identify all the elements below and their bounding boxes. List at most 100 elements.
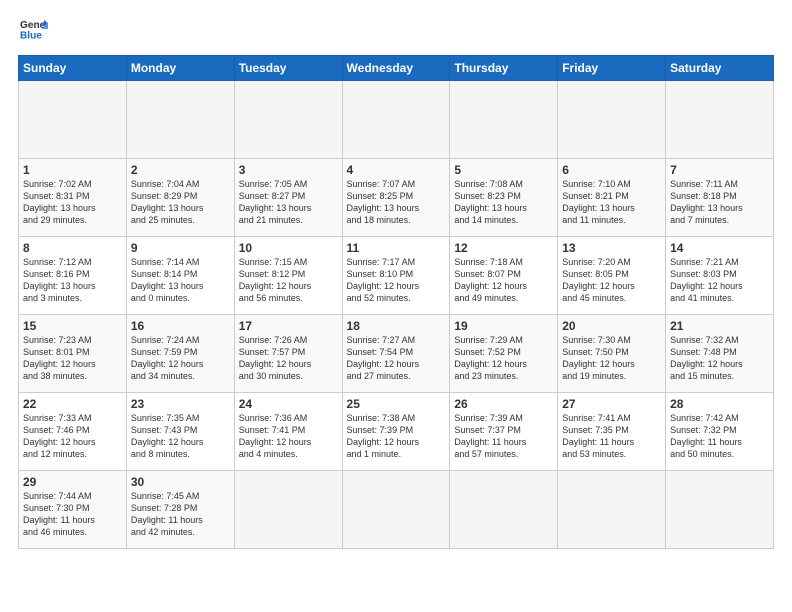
logo: General Blue [18,18,48,45]
day-info: Sunrise: 7:33 AM Sunset: 7:46 PM Dayligh… [23,412,122,461]
col-header-wednesday: Wednesday [342,56,450,81]
day-info: Sunrise: 7:42 AM Sunset: 7:32 PM Dayligh… [670,412,769,461]
day-number: 21 [670,319,769,333]
day-number: 28 [670,397,769,411]
calendar-cell: 22Sunrise: 7:33 AM Sunset: 7:46 PM Dayli… [19,393,127,471]
day-number: 24 [239,397,338,411]
day-info: Sunrise: 7:12 AM Sunset: 8:16 PM Dayligh… [23,256,122,305]
calendar-cell: 17Sunrise: 7:26 AM Sunset: 7:57 PM Dayli… [234,315,342,393]
day-number: 23 [131,397,230,411]
calendar-cell: 6Sunrise: 7:10 AM Sunset: 8:21 PM Daylig… [558,159,666,237]
day-number: 2 [131,163,230,177]
day-number: 8 [23,241,122,255]
calendar-cell [234,81,342,159]
calendar-cell: 30Sunrise: 7:45 AM Sunset: 7:28 PM Dayli… [126,471,234,549]
day-number: 9 [131,241,230,255]
day-info: Sunrise: 7:27 AM Sunset: 7:54 PM Dayligh… [347,334,446,383]
day-info: Sunrise: 7:39 AM Sunset: 7:37 PM Dayligh… [454,412,553,461]
day-info: Sunrise: 7:26 AM Sunset: 7:57 PM Dayligh… [239,334,338,383]
day-info: Sunrise: 7:44 AM Sunset: 7:30 PM Dayligh… [23,490,122,539]
calendar-cell: 11Sunrise: 7:17 AM Sunset: 8:10 PM Dayli… [342,237,450,315]
day-info: Sunrise: 7:17 AM Sunset: 8:10 PM Dayligh… [347,256,446,305]
day-info: Sunrise: 7:04 AM Sunset: 8:29 PM Dayligh… [131,178,230,227]
day-info: Sunrise: 7:11 AM Sunset: 8:18 PM Dayligh… [670,178,769,227]
day-info: Sunrise: 7:36 AM Sunset: 7:41 PM Dayligh… [239,412,338,461]
day-info: Sunrise: 7:29 AM Sunset: 7:52 PM Dayligh… [454,334,553,383]
calendar-cell: 2Sunrise: 7:04 AM Sunset: 8:29 PM Daylig… [126,159,234,237]
calendar-cell: 24Sunrise: 7:36 AM Sunset: 7:41 PM Dayli… [234,393,342,471]
col-header-monday: Monday [126,56,234,81]
day-number: 7 [670,163,769,177]
calendar-cell: 3Sunrise: 7:05 AM Sunset: 8:27 PM Daylig… [234,159,342,237]
calendar-cell: 21Sunrise: 7:32 AM Sunset: 7:48 PM Dayli… [666,315,774,393]
calendar-cell [558,471,666,549]
calendar-cell: 15Sunrise: 7:23 AM Sunset: 8:01 PM Dayli… [19,315,127,393]
day-number: 5 [454,163,553,177]
calendar-cell: 1Sunrise: 7:02 AM Sunset: 8:31 PM Daylig… [19,159,127,237]
calendar-cell: 13Sunrise: 7:20 AM Sunset: 8:05 PM Dayli… [558,237,666,315]
calendar-table: SundayMondayTuesdayWednesdayThursdayFrid… [18,55,774,549]
day-info: Sunrise: 7:21 AM Sunset: 8:03 PM Dayligh… [670,256,769,305]
calendar-cell: 7Sunrise: 7:11 AM Sunset: 8:18 PM Daylig… [666,159,774,237]
calendar-cell [666,471,774,549]
calendar-cell: 14Sunrise: 7:21 AM Sunset: 8:03 PM Dayli… [666,237,774,315]
calendar-cell: 10Sunrise: 7:15 AM Sunset: 8:12 PM Dayli… [234,237,342,315]
day-number: 13 [562,241,661,255]
day-number: 11 [347,241,446,255]
calendar-cell [450,471,558,549]
calendar-cell: 25Sunrise: 7:38 AM Sunset: 7:39 PM Dayli… [342,393,450,471]
calendar-cell [342,81,450,159]
day-number: 3 [239,163,338,177]
day-number: 15 [23,319,122,333]
day-number: 10 [239,241,338,255]
day-number: 19 [454,319,553,333]
calendar-page: General Blue SundayMondayTuesdayWednesda… [0,0,792,612]
calendar-cell: 4Sunrise: 7:07 AM Sunset: 8:25 PM Daylig… [342,159,450,237]
col-header-friday: Friday [558,56,666,81]
calendar-cell: 18Sunrise: 7:27 AM Sunset: 7:54 PM Dayli… [342,315,450,393]
day-info: Sunrise: 7:24 AM Sunset: 7:59 PM Dayligh… [131,334,230,383]
day-info: Sunrise: 7:30 AM Sunset: 7:50 PM Dayligh… [562,334,661,383]
calendar-cell: 16Sunrise: 7:24 AM Sunset: 7:59 PM Dayli… [126,315,234,393]
calendar-cell [342,471,450,549]
day-number: 1 [23,163,122,177]
calendar-cell [19,81,127,159]
calendar-cell: 29Sunrise: 7:44 AM Sunset: 7:30 PM Dayli… [19,471,127,549]
day-info: Sunrise: 7:18 AM Sunset: 8:07 PM Dayligh… [454,256,553,305]
day-number: 29 [23,475,122,489]
day-number: 12 [454,241,553,255]
header: General Blue [18,18,774,45]
col-header-sunday: Sunday [19,56,127,81]
calendar-cell: 26Sunrise: 7:39 AM Sunset: 7:37 PM Dayli… [450,393,558,471]
day-number: 14 [670,241,769,255]
day-info: Sunrise: 7:08 AM Sunset: 8:23 PM Dayligh… [454,178,553,227]
day-info: Sunrise: 7:02 AM Sunset: 8:31 PM Dayligh… [23,178,122,227]
calendar-cell [558,81,666,159]
calendar-cell: 8Sunrise: 7:12 AM Sunset: 8:16 PM Daylig… [19,237,127,315]
calendar-cell: 23Sunrise: 7:35 AM Sunset: 7:43 PM Dayli… [126,393,234,471]
day-info: Sunrise: 7:20 AM Sunset: 8:05 PM Dayligh… [562,256,661,305]
day-number: 17 [239,319,338,333]
col-header-thursday: Thursday [450,56,558,81]
day-number: 30 [131,475,230,489]
day-info: Sunrise: 7:07 AM Sunset: 8:25 PM Dayligh… [347,178,446,227]
day-number: 18 [347,319,446,333]
col-header-saturday: Saturday [666,56,774,81]
day-number: 16 [131,319,230,333]
day-info: Sunrise: 7:05 AM Sunset: 8:27 PM Dayligh… [239,178,338,227]
day-number: 6 [562,163,661,177]
day-number: 20 [562,319,661,333]
calendar-cell: 12Sunrise: 7:18 AM Sunset: 8:07 PM Dayli… [450,237,558,315]
calendar-cell [666,81,774,159]
day-info: Sunrise: 7:10 AM Sunset: 8:21 PM Dayligh… [562,178,661,227]
calendar-cell: 28Sunrise: 7:42 AM Sunset: 7:32 PM Dayli… [666,393,774,471]
svg-text:Blue: Blue [20,30,42,40]
day-number: 4 [347,163,446,177]
day-info: Sunrise: 7:45 AM Sunset: 7:28 PM Dayligh… [131,490,230,539]
calendar-cell: 20Sunrise: 7:30 AM Sunset: 7:50 PM Dayli… [558,315,666,393]
calendar-cell [450,81,558,159]
day-info: Sunrise: 7:32 AM Sunset: 7:48 PM Dayligh… [670,334,769,383]
calendar-cell: 19Sunrise: 7:29 AM Sunset: 7:52 PM Dayli… [450,315,558,393]
day-info: Sunrise: 7:15 AM Sunset: 8:12 PM Dayligh… [239,256,338,305]
day-number: 25 [347,397,446,411]
